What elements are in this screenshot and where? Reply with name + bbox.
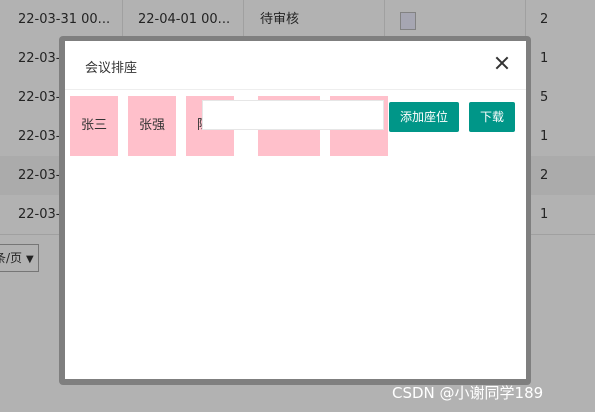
seat-card[interactable]: 张三 <box>70 96 118 156</box>
close-icon[interactable] <box>494 55 510 71</box>
title-divider <box>65 89 526 90</box>
add-seat-button[interactable]: 添加座位 <box>389 102 459 132</box>
seat-name-input[interactable] <box>202 100 384 130</box>
dialog-title: 会议排座 <box>85 61 138 76</box>
seat-card[interactable]: 张强 <box>128 96 176 156</box>
seating-dialog: 会议排座 张三 张强 陈一 添加座位 下载 <box>65 41 526 379</box>
watermark-text: CSDN @小谢同学189 <box>392 384 544 402</box>
download-button[interactable]: 下载 <box>469 102 515 132</box>
